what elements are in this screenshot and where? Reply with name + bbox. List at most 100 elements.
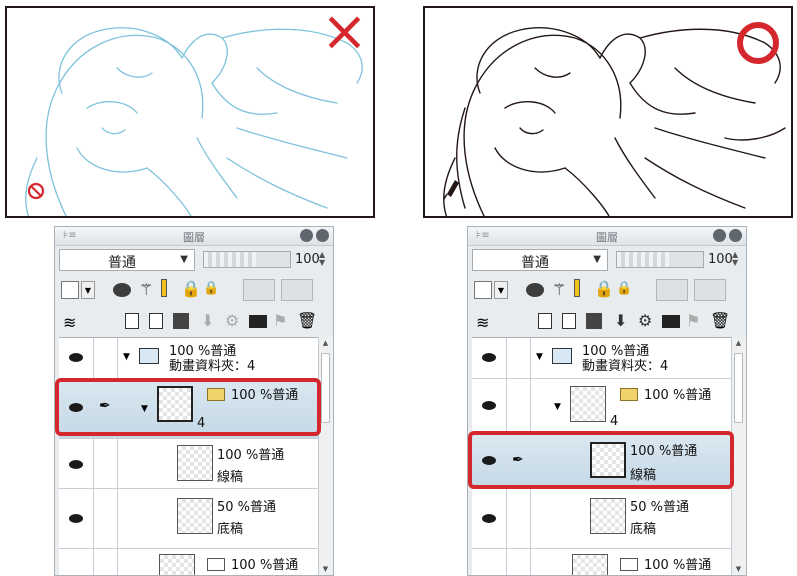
- transfer-down-icon[interactable]: ⬇: [614, 311, 634, 331]
- mask-create-icon[interactable]: [662, 315, 680, 328]
- draft-layer-icon[interactable]: ⚚: [139, 281, 159, 301]
- layer-row-folder-next[interactable]: 100 %普通: [59, 548, 321, 575]
- new-folder-icon[interactable]: [173, 313, 189, 329]
- opacity-stepper[interactable]: ▲ ▼: [319, 251, 325, 267]
- layer-thumbnail: [590, 498, 626, 534]
- layer-color-swatch[interactable]: [474, 281, 492, 299]
- expand-toggle-icon[interactable]: ▼: [536, 352, 543, 362]
- new-layer-icon[interactable]: [538, 313, 552, 329]
- mask-apply-icon[interactable]: ⚑: [686, 311, 706, 331]
- eye-icon[interactable]: [69, 460, 83, 469]
- cross-marker: ×: [321, 6, 368, 64]
- layer-thumbnail: [177, 498, 213, 534]
- trash-icon[interactable]: 🗑: [297, 311, 317, 331]
- eye-icon[interactable]: [482, 401, 496, 410]
- panel-title: 圖層: [183, 231, 205, 244]
- layer-thumbnail: [177, 445, 213, 481]
- layer-row-folder-4[interactable]: ▼ 100 %普通 4: [472, 378, 734, 435]
- mask-icon[interactable]: [694, 279, 726, 301]
- sketch-drawing: [25, 27, 363, 216]
- blend-mode-select[interactable]: 普通 ▼: [472, 249, 608, 271]
- lock-icon[interactable]: 🔒: [594, 279, 614, 299]
- layers-stack-icon[interactable]: ≋: [476, 313, 496, 333]
- folder-icon: [620, 558, 638, 571]
- layer-panel-left: ⊧≡ 圖層 普通 ▼ 100 ▲ ▼ ▼ ⚚ 🔒 🔒 ≋ ⬇ ⚙ ⚑ 🗑 ▼ 10…: [54, 226, 334, 576]
- layer-row-rough[interactable]: 50 %普通 底稿: [472, 488, 734, 549]
- draft-layer-icon[interactable]: ⚚: [552, 281, 572, 301]
- mask-icon[interactable]: [281, 279, 313, 301]
- animation-folder-icon: [552, 348, 572, 364]
- scroll-up-icon[interactable]: ▲: [734, 339, 743, 349]
- chevron-down-icon: ▼: [180, 254, 188, 265]
- new-vector-layer-icon[interactable]: [562, 313, 576, 329]
- layer-color-dropdown-icon[interactable]: ▼: [81, 281, 95, 299]
- opacity-value[interactable]: 100: [295, 252, 320, 267]
- opacity-slider[interactable]: [203, 251, 291, 268]
- close-icon[interactable]: [729, 229, 742, 242]
- folder-icon: [207, 558, 225, 571]
- layer-color-swatch[interactable]: [61, 281, 79, 299]
- layer-color-dropdown-icon[interactable]: ▼: [494, 281, 508, 299]
- eye-icon[interactable]: [482, 514, 496, 523]
- scroll-up-icon[interactable]: ▲: [321, 339, 330, 349]
- panel-titlebar[interactable]: ⊧≡ 圖層: [55, 227, 333, 246]
- opacity-stepper[interactable]: ▲ ▼: [732, 251, 738, 267]
- layer-row-rough[interactable]: 50 %普通 底稿: [59, 488, 321, 549]
- minimize-icon[interactable]: [713, 229, 726, 242]
- layer-thumbnail: [570, 386, 606, 422]
- opacity-slider[interactable]: [616, 251, 704, 268]
- lock-transparency-icon[interactable]: 🔒: [616, 281, 636, 301]
- layer-row-animation-folder[interactable]: ▼ 100 %普通 動畫資料夾：4: [59, 338, 321, 379]
- minimize-icon[interactable]: [300, 229, 313, 242]
- trash-icon[interactable]: 🗑: [710, 311, 730, 331]
- clip-layer-icon[interactable]: [656, 279, 688, 301]
- eye-icon[interactable]: [482, 353, 496, 362]
- panel-title: 圖層: [596, 231, 618, 244]
- layer-row-lineart[interactable]: 100 %普通 線稿: [59, 438, 321, 489]
- animation-folder-icon: [139, 348, 159, 364]
- reference-layer-icon[interactable]: [526, 283, 544, 297]
- layer-panel-right: ⊧≡ 圖層 普通 ▼ 100 ▲ ▼ ▼ ⚚ 🔒 🔒 ≋ ⬇ ⚙ ⚑ 🗑 ▼ 10…: [467, 226, 747, 576]
- new-folder-icon[interactable]: [586, 313, 602, 329]
- layer-thumbnail: [572, 554, 608, 575]
- eye-icon[interactable]: [69, 353, 83, 362]
- scrollbar-thumb[interactable]: [321, 353, 330, 423]
- expand-toggle-icon[interactable]: ▼: [554, 402, 561, 412]
- opacity-slider-fill: [204, 252, 256, 267]
- highlight-selected-lineart: [468, 431, 734, 489]
- clip-layer-icon[interactable]: [243, 279, 275, 301]
- layers-stack-icon[interactable]: ≋: [63, 313, 83, 333]
- lock-icon[interactable]: 🔒: [181, 279, 201, 299]
- opacity-value[interactable]: 100: [708, 252, 733, 267]
- merge-icon[interactable]: ⚙: [225, 311, 245, 331]
- opacity-slider-fill: [617, 252, 669, 267]
- prohibited-icon: [27, 182, 45, 200]
- close-icon[interactable]: [316, 229, 329, 242]
- folder-icon: [620, 388, 638, 401]
- mask-create-icon[interactable]: [249, 315, 267, 328]
- layer-scrollbar[interactable]: ▲ ▼: [318, 337, 333, 575]
- layer-row-folder-next[interactable]: 100 %普通: [472, 548, 734, 575]
- new-vector-layer-icon[interactable]: [149, 313, 163, 329]
- layer-list: ▼ 100 %普通 動畫資料夾：4 ✒ ▼ 100 %普通 4 100 %普通 …: [59, 337, 321, 575]
- panel-titlebar[interactable]: ⊧≡ 圖層: [468, 227, 746, 246]
- merge-icon[interactable]: ⚙: [638, 311, 658, 331]
- chevron-down-icon: ▼: [593, 254, 601, 265]
- eye-icon[interactable]: [69, 514, 83, 523]
- lock-transparency-icon[interactable]: 🔒: [203, 281, 223, 301]
- mask-apply-icon[interactable]: ⚑: [273, 311, 293, 331]
- pencil-icon[interactable]: [161, 279, 167, 297]
- layer-thumbnail: [159, 554, 195, 575]
- highlight-selected-folder: [55, 378, 321, 436]
- canvas-preview-left: ×: [5, 6, 375, 218]
- canvas-preview-right: ○: [423, 6, 793, 218]
- blend-mode-select[interactable]: 普通 ▼: [59, 249, 195, 271]
- expand-toggle-icon[interactable]: ▼: [123, 352, 130, 362]
- new-layer-icon[interactable]: [125, 313, 139, 329]
- layer-row-animation-folder[interactable]: ▼ 100 %普通 動畫資料夾：4: [472, 338, 734, 379]
- reference-layer-icon[interactable]: [113, 283, 131, 297]
- circle-marker: ○: [737, 22, 779, 64]
- transfer-down-icon[interactable]: ⬇: [201, 311, 221, 331]
- pencil-icon[interactable]: [574, 279, 580, 297]
- scrollbar-thumb[interactable]: [734, 353, 743, 423]
